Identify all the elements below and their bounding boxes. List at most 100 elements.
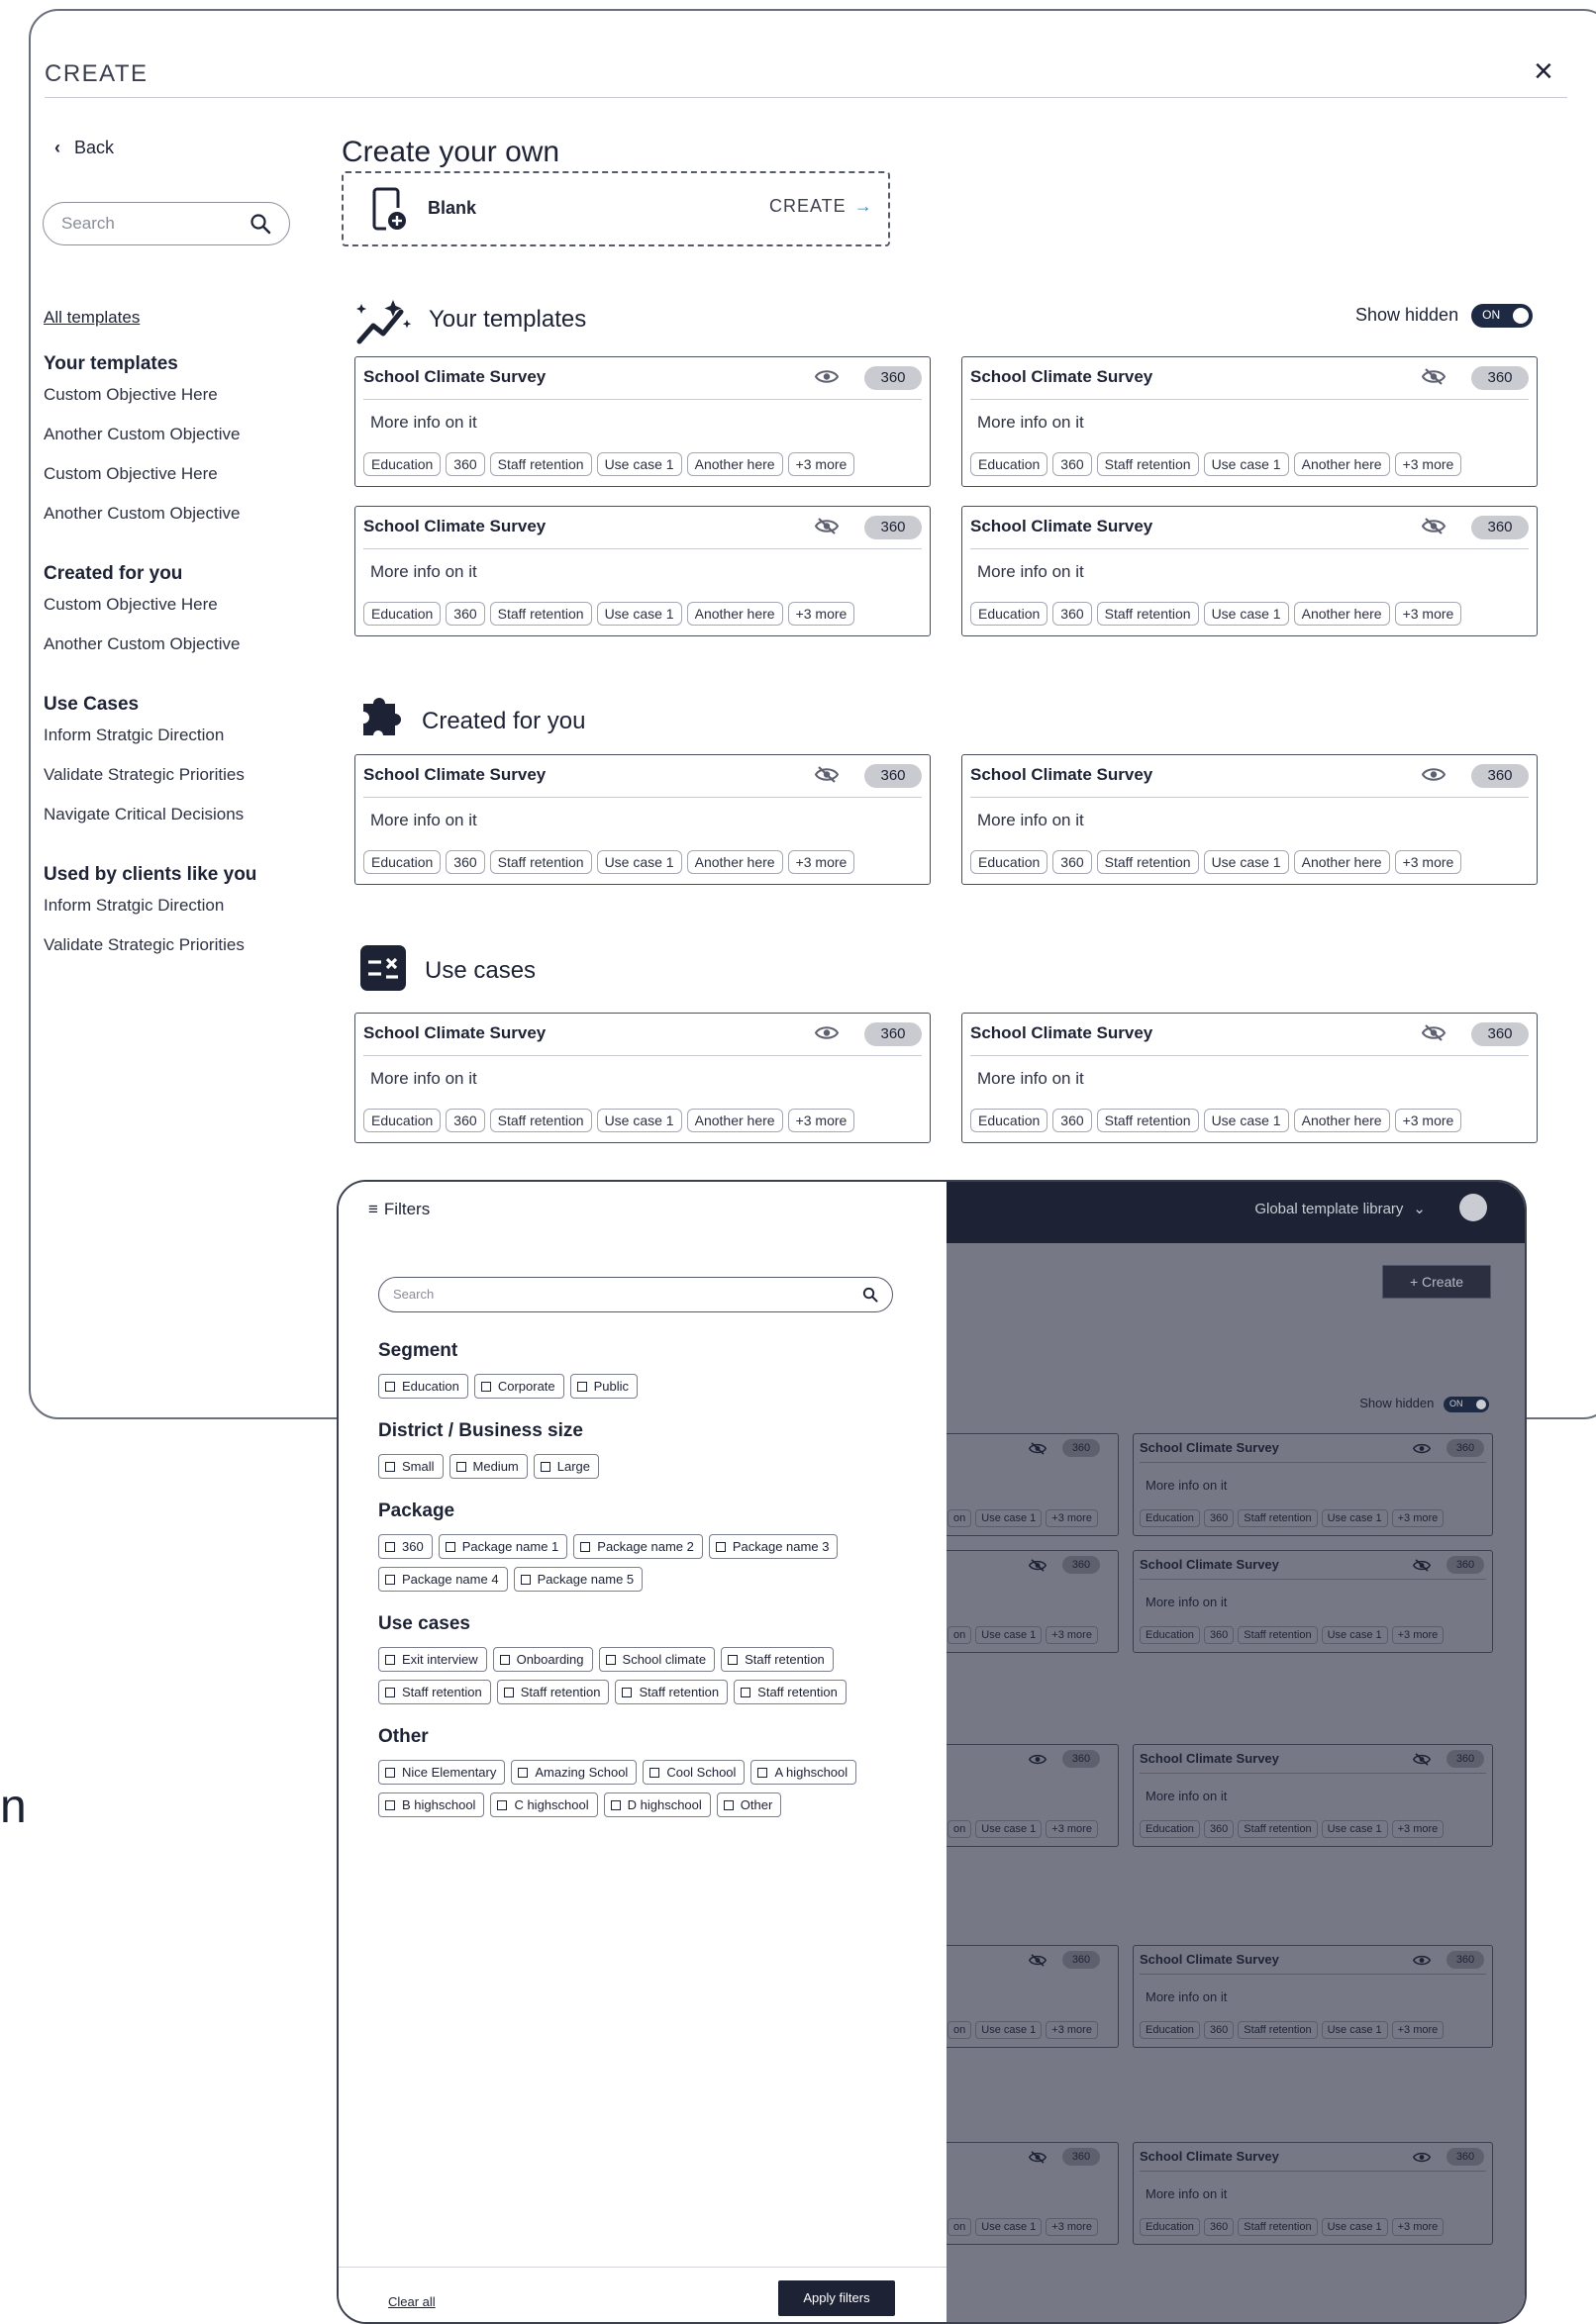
checkbox-icon[interactable]	[520, 1575, 531, 1585]
visibility-toggle[interactable]	[814, 518, 840, 539]
checkbox-icon[interactable]	[728, 1655, 739, 1665]
checkbox-icon[interactable]	[385, 1800, 395, 1810]
checkbox-icon[interactable]	[715, 1542, 726, 1552]
eye-off-icon[interactable]	[1412, 1559, 1432, 1572]
eye-off-icon[interactable]	[1028, 1954, 1047, 1967]
back-link[interactable]: ‹ Back	[54, 138, 114, 158]
app-visibility-toggle[interactable]	[1028, 1559, 1047, 1577]
checkbox-icon[interactable]	[622, 1688, 633, 1697]
nav-item[interactable]: Another Custom Objective	[44, 504, 301, 543]
nav-item[interactable]: Another Custom Objective	[44, 425, 301, 464]
app-show-hidden[interactable]: Show hidden ON	[1359, 1396, 1489, 1412]
app-visibility-toggle[interactable]	[1028, 1442, 1047, 1460]
eye-off-icon[interactable]	[814, 518, 840, 534]
blank-create-button[interactable]: CREATE →	[769, 196, 873, 217]
filter-option-checkbox[interactable]: A highschool	[750, 1760, 857, 1785]
app-visibility-toggle[interactable]	[1028, 1954, 1047, 1972]
filter-option-checkbox[interactable]: Staff retention	[734, 1680, 847, 1704]
app-visibility-toggle[interactable]	[1412, 1559, 1432, 1577]
app-visibility-toggle[interactable]	[1412, 1753, 1432, 1771]
nav-item[interactable]: Validate Strategic Priorities	[44, 765, 301, 805]
template-card[interactable]: School Climate Survey 360 More info on it E…	[354, 356, 931, 487]
checkbox-icon[interactable]	[757, 1768, 768, 1778]
template-card[interactable]: School Climate Survey 360 More info on it E…	[354, 1013, 931, 1143]
eye-icon[interactable]	[1412, 1442, 1432, 1455]
template-card[interactable]: School Climate Survey 360 More info on it E…	[354, 506, 931, 636]
filter-option-checkbox[interactable]: Staff retention	[378, 1680, 491, 1704]
filter-option-checkbox[interactable]: C highschool	[490, 1792, 598, 1817]
nav-item[interactable]: Custom Objective Here	[44, 595, 301, 634]
checkbox-icon[interactable]	[576, 1382, 587, 1392]
nav-all-templates[interactable]: All templates	[44, 308, 301, 328]
close-button[interactable]: ×	[1534, 54, 1553, 88]
template-card[interactable]: School Climate Survey 360 More info on it E…	[961, 1013, 1538, 1143]
checkbox-icon[interactable]	[385, 1768, 395, 1778]
eye-icon[interactable]	[814, 368, 840, 385]
nav-item[interactable]: Inform Stratgic Direction	[44, 896, 301, 935]
filter-option-checkbox[interactable]: Onboarding	[492, 1647, 593, 1672]
filter-option-checkbox[interactable]: Package name 2	[573, 1534, 703, 1559]
search-icon[interactable]	[249, 213, 271, 235]
checkbox-icon[interactable]	[610, 1800, 621, 1810]
checkbox-icon[interactable]	[503, 1688, 514, 1697]
eye-off-icon[interactable]	[1412, 1753, 1432, 1766]
sidebar-search-input[interactable]	[59, 213, 238, 235]
filter-option-checkbox[interactable]: Medium	[449, 1454, 528, 1479]
search-icon[interactable]	[862, 1287, 878, 1303]
filter-option-checkbox[interactable]: Package name 5	[513, 1567, 644, 1592]
filter-option-checkbox[interactable]: Amazing School	[511, 1760, 638, 1785]
eye-off-icon[interactable]	[1028, 2151, 1047, 2164]
checkbox-icon[interactable]	[385, 1655, 395, 1665]
blank-template-card[interactable]: Blank CREATE →	[342, 171, 890, 246]
eye-icon[interactable]	[1028, 1753, 1047, 1766]
filters-search[interactable]	[378, 1277, 893, 1312]
filter-option-checkbox[interactable]: Staff retention	[615, 1680, 729, 1704]
visibility-toggle[interactable]	[1421, 518, 1446, 539]
filters-search-input[interactable]	[391, 1286, 827, 1303]
checkbox-icon[interactable]	[385, 1542, 395, 1552]
checkbox-icon[interactable]	[723, 1800, 734, 1810]
sidebar-search[interactable]	[43, 202, 290, 245]
template-card[interactable]: School Climate Survey 360 More info on it E…	[354, 754, 931, 885]
nav-item[interactable]: Validate Strategic Priorities	[44, 935, 301, 975]
checkbox-icon[interactable]	[445, 1542, 455, 1552]
checkbox-icon[interactable]	[385, 1382, 395, 1392]
app-visibility-toggle[interactable]	[1412, 1954, 1432, 1972]
checkbox-icon[interactable]	[497, 1800, 508, 1810]
filter-option-checkbox[interactable]: Small	[378, 1454, 444, 1479]
filter-option-checkbox[interactable]: Public	[569, 1374, 639, 1399]
app-visibility-toggle[interactable]	[1028, 1753, 1047, 1771]
checkbox-icon[interactable]	[385, 1575, 395, 1585]
checkbox-icon[interactable]	[649, 1768, 660, 1778]
filter-option-checkbox[interactable]: Nice Elementary	[378, 1760, 506, 1785]
checkbox-icon[interactable]	[741, 1688, 751, 1697]
filter-option-checkbox[interactable]: Exit interview	[378, 1647, 487, 1672]
eye-off-icon[interactable]	[1028, 1442, 1047, 1455]
filter-option-checkbox[interactable]: Cool School	[643, 1760, 746, 1785]
checkbox-icon[interactable]	[605, 1655, 616, 1665]
checkbox-icon[interactable]	[499, 1655, 510, 1665]
app-visibility-toggle[interactable]	[1412, 1442, 1432, 1460]
checkbox-icon[interactable]	[480, 1382, 491, 1392]
app-create-button[interactable]: + Create	[1382, 1265, 1491, 1299]
visibility-toggle[interactable]	[814, 766, 840, 788]
visibility-toggle[interactable]	[814, 368, 840, 390]
template-card[interactable]: School Climate Survey 360 More info on it E…	[961, 506, 1538, 636]
eye-icon[interactable]	[1421, 766, 1446, 783]
eye-off-icon[interactable]	[1028, 1559, 1047, 1572]
eye-off-icon[interactable]	[1421, 518, 1446, 534]
eye-off-icon[interactable]	[1421, 1024, 1446, 1041]
visibility-toggle[interactable]	[814, 1024, 840, 1046]
library-title[interactable]: Global template library ⌄	[1254, 1200, 1426, 1217]
checkbox-icon[interactable]	[580, 1542, 591, 1552]
avatar[interactable]	[1459, 1194, 1487, 1221]
eye-off-icon[interactable]	[1421, 368, 1446, 385]
nav-item[interactable]: Another Custom Objective	[44, 634, 301, 674]
filter-option-checkbox[interactable]: Large	[533, 1454, 600, 1479]
filter-option-checkbox[interactable]: Corporate	[473, 1374, 564, 1399]
checkbox-icon[interactable]	[385, 1462, 395, 1472]
nav-item[interactable]: Navigate Critical Decisions	[44, 805, 301, 844]
visibility-toggle[interactable]	[1421, 1024, 1446, 1046]
checkbox-icon[interactable]	[455, 1462, 466, 1472]
checkbox-icon[interactable]	[540, 1462, 550, 1472]
